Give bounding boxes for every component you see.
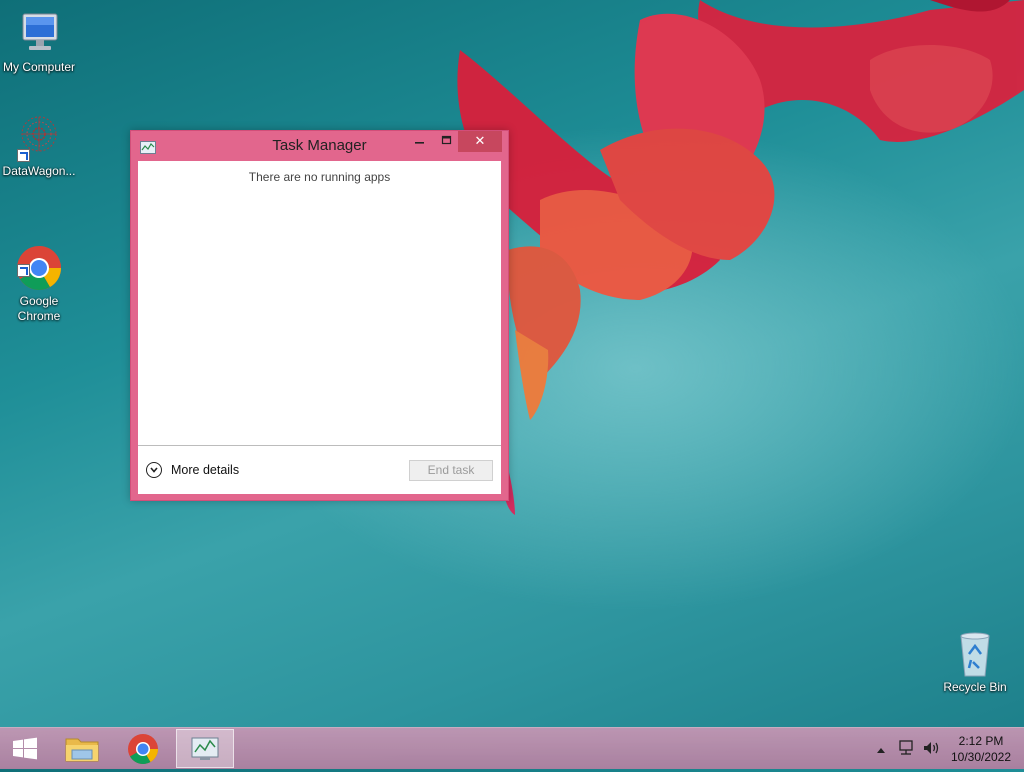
network-icon bbox=[899, 740, 913, 755]
footer-divider bbox=[138, 445, 501, 446]
taskbar-clock[interactable]: 2:12 PM 10/30/2022 bbox=[944, 733, 1018, 765]
recycle-bin-icon bbox=[951, 630, 999, 678]
folder-icon bbox=[65, 738, 99, 762]
desktop-icon-label: My Computer bbox=[2, 60, 76, 74]
end-task-button[interactable]: End task bbox=[409, 460, 493, 481]
maximize-button[interactable] bbox=[433, 131, 460, 152]
shortcut-arrow-icon bbox=[17, 149, 30, 162]
chevron-down-icon bbox=[146, 462, 162, 478]
chrome-icon bbox=[15, 229, 63, 290]
desktop-icon-label: DataWagon... bbox=[2, 164, 76, 178]
taskbar: 2:12 PM 10/30/2022 bbox=[0, 727, 1024, 769]
maximize-icon bbox=[441, 135, 452, 145]
start-button[interactable] bbox=[0, 729, 50, 768]
network-tray-button[interactable] bbox=[897, 739, 915, 757]
desktop-icon-my-computer[interactable]: My Computer bbox=[0, 10, 78, 75]
volume-tray-button[interactable] bbox=[921, 739, 941, 757]
task-manager-content: There are no running apps More details E… bbox=[138, 161, 501, 494]
chrome-icon bbox=[128, 734, 158, 765]
desktop-icon-google-chrome[interactable]: Google Chrome bbox=[0, 214, 78, 339]
computer-icon bbox=[15, 10, 63, 58]
windows-logo-icon bbox=[13, 737, 37, 760]
desktop-icon-datawagon[interactable]: DataWagon... bbox=[0, 114, 78, 179]
chevron-up-icon bbox=[877, 748, 885, 753]
desktop-icon-recycle-bin[interactable]: Recycle Bin bbox=[936, 630, 1014, 695]
speaker-icon bbox=[924, 742, 939, 754]
no-running-apps-message: There are no running apps bbox=[248, 170, 391, 184]
clock-time: 2:12 PM bbox=[958, 734, 1004, 748]
show-hidden-icons-button[interactable] bbox=[874, 742, 888, 754]
desktop-icon-label: Recycle Bin bbox=[943, 680, 1007, 694]
close-button[interactable]: ✕ bbox=[458, 131, 502, 152]
task-manager-window[interactable]: Task Manager ✕ There are no running apps… bbox=[130, 130, 509, 501]
minimize-button[interactable] bbox=[406, 131, 433, 152]
minimize-icon bbox=[415, 142, 424, 144]
shortcut-arrow-icon bbox=[17, 264, 30, 277]
clock-date: 10/30/2022 bbox=[950, 750, 1012, 764]
task-manager-icon bbox=[191, 737, 219, 760]
title-bar[interactable]: Task Manager ✕ bbox=[131, 131, 508, 161]
taskbar-task-manager[interactable] bbox=[176, 729, 234, 768]
taskbar-file-explorer[interactable] bbox=[58, 729, 106, 768]
close-icon: ✕ bbox=[474, 134, 486, 149]
desktop-icon-label: Google Chrome bbox=[17, 294, 61, 323]
more-details-label: More details bbox=[171, 463, 240, 477]
taskbar-google-chrome[interactable] bbox=[119, 729, 167, 768]
datawagon-icon bbox=[15, 114, 63, 162]
more-details-button[interactable]: More details bbox=[146, 460, 239, 480]
